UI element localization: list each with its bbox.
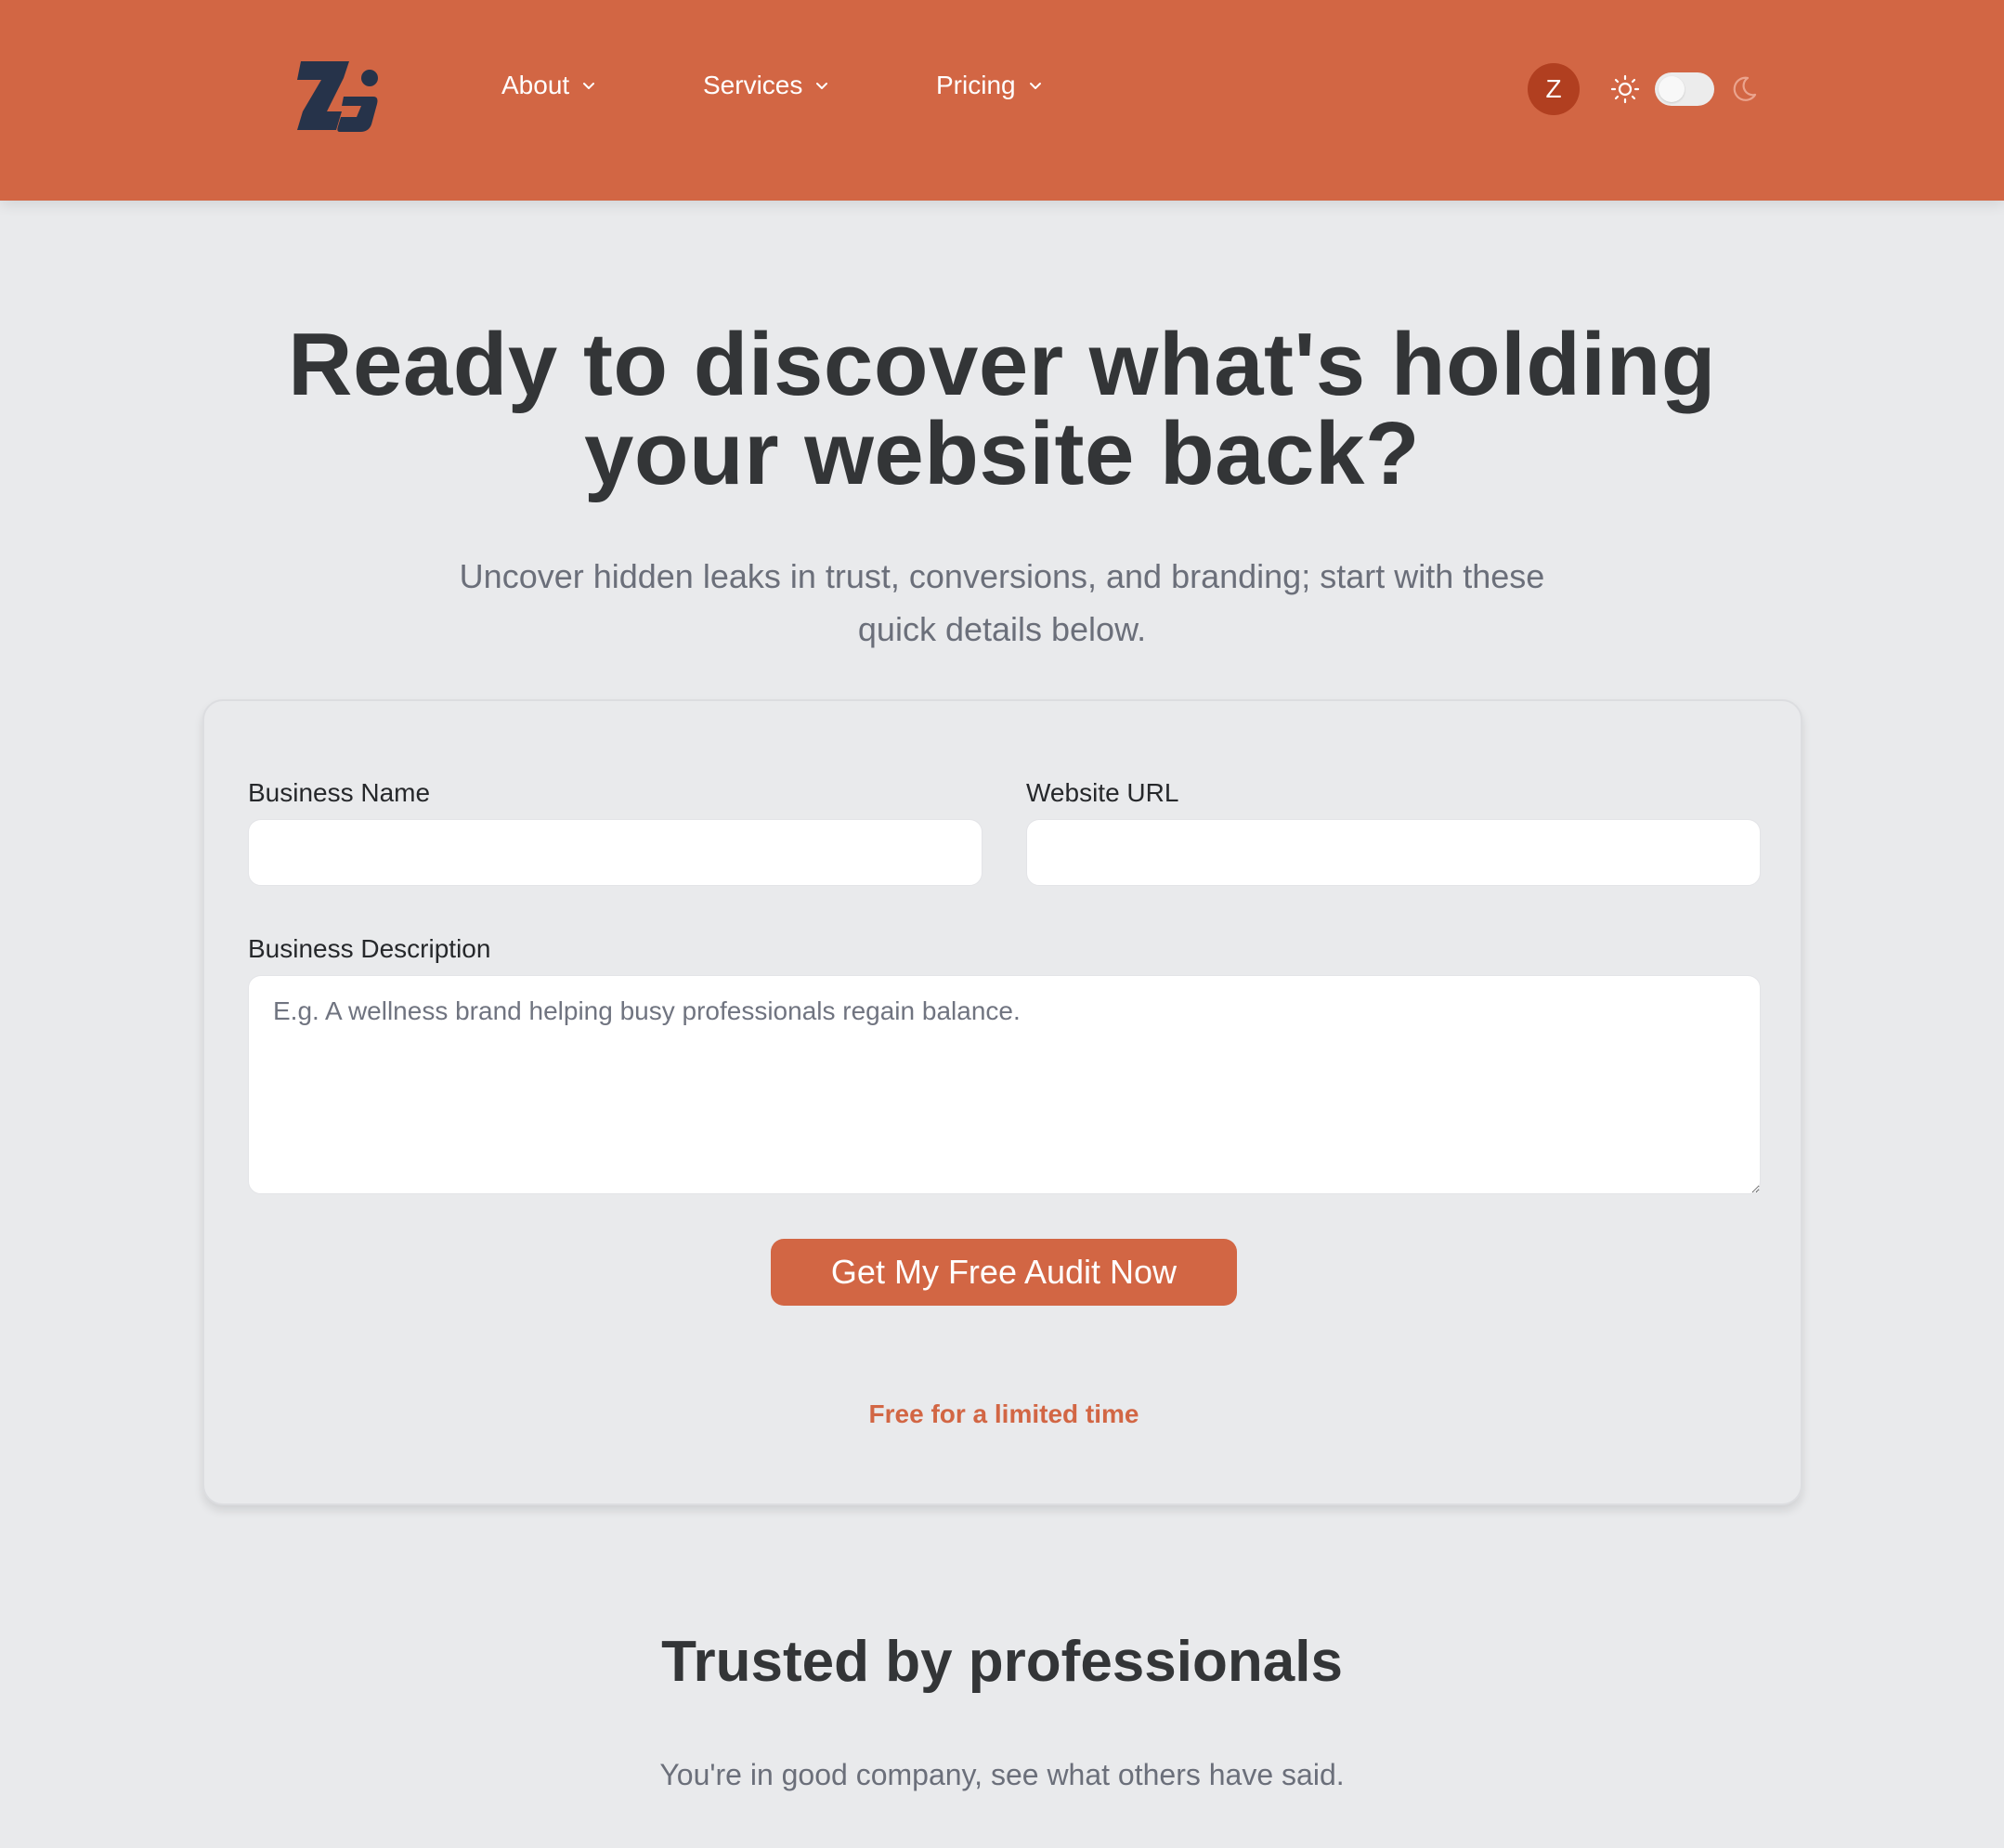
website-url-input[interactable] (1026, 819, 1761, 886)
limited-time-note: Free for a limited time (868, 1399, 1139, 1428)
theme-toggle[interactable] (1655, 72, 1714, 106)
chevron-down-icon (813, 77, 830, 94)
business-description-label: Business Description (248, 934, 491, 963)
hero-subtitle: Uncover hidden leaks in trust, conversio… (459, 557, 1545, 648)
sun-icon (1610, 74, 1640, 104)
business-name-input[interactable] (248, 819, 982, 886)
nav-about[interactable]: About (501, 71, 597, 100)
toggle-knob (1659, 76, 1685, 102)
business-name-label: Business Name (248, 778, 431, 807)
nav-pricing-label: Pricing (936, 71, 1016, 99)
nav-about-label: About (501, 71, 570, 99)
moon-icon (1733, 76, 1757, 101)
brand-logo[interactable] (295, 58, 384, 137)
business-description-textarea[interactable] (248, 975, 1761, 1194)
trusted-title: Trusted by professionals (661, 1630, 1343, 1694)
website-url-label: Website URL (1026, 778, 1179, 807)
trusted-subtitle: You're in good company, see what others … (659, 1758, 1345, 1791)
hero-title: Ready to discover what's holding your we… (288, 315, 1716, 503)
user-avatar[interactable]: Z (1528, 63, 1580, 115)
chevron-down-icon (580, 77, 597, 94)
site-header: About Services Pricing Z (0, 0, 2004, 201)
nav-pricing[interactable]: Pricing (936, 71, 1044, 100)
get-free-audit-button[interactable]: Get My Free Audit Now (771, 1239, 1237, 1306)
nav-services-label: Services (703, 71, 803, 99)
nav-services[interactable]: Services (703, 71, 830, 100)
chevron-down-icon (1027, 77, 1044, 94)
